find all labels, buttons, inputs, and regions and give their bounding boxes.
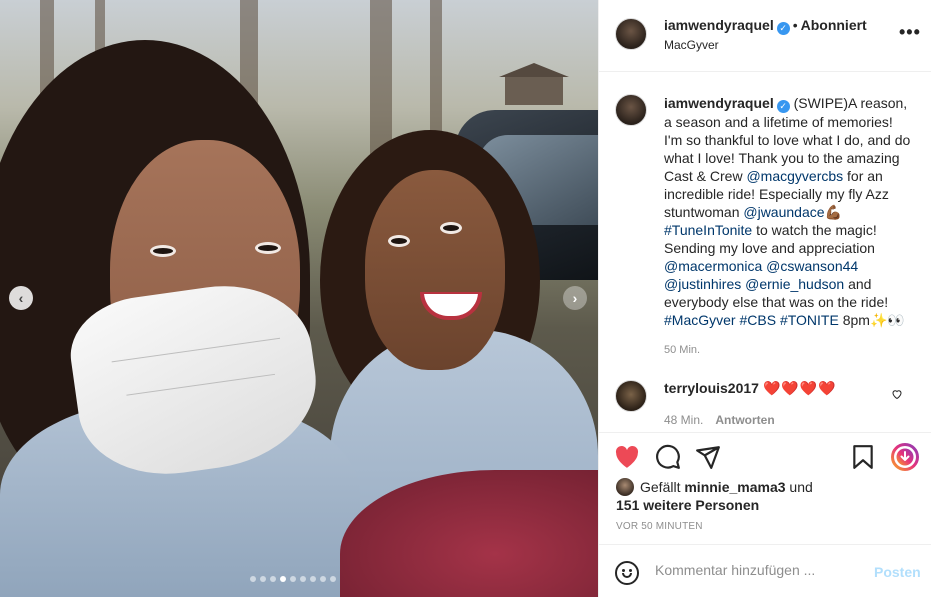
caption-username[interactable]: iamwendyraquel [664,95,774,111]
carousel-prev-button[interactable]: ‹ [9,286,33,310]
caption-text: 8pm [838,311,870,328]
separator-dot: • [792,17,798,33]
author-username[interactable]: iamwendyraquel [664,17,774,33]
carousel-dot [300,576,306,582]
comment-meta: 48 Min. Antworten [664,413,775,427]
mention-link[interactable]: @justinhires [664,276,741,292]
carousel-dot [320,576,326,582]
emoji-picker-icon[interactable] [615,561,639,585]
comment-input[interactable] [655,562,855,578]
verified-badge-icon: ✓ [776,99,790,113]
follow-status-button[interactable]: Abonniert [801,17,867,33]
hashtag-link[interactable]: #MacGyver [664,312,736,328]
action-bar [599,432,931,482]
mention-link[interactable]: @jwaundace [743,204,824,220]
emoji: 💪🏾 [824,203,842,220]
paper-plane-icon [696,446,720,469]
emoji: ✨👀 [869,311,905,328]
carousel-dot [330,576,336,582]
carousel-indicator [250,576,336,582]
post-timestamp[interactable]: VOR 50 MINUTEN [616,521,703,532]
post-comment-button[interactable]: Posten [874,564,921,580]
carousel-next-button[interactable]: › [563,286,587,310]
chevron-right-icon: › [572,290,578,306]
post-caption: iamwendyraquel ✓ (SWIPE)A reason, a seaso… [664,94,914,329]
comment-like-button[interactable] [891,388,903,403]
eye [388,235,410,247]
comment-composer: Posten [599,544,931,597]
mention-link[interactable]: @cswanson44 [766,258,858,274]
author-avatar[interactable] [615,18,647,50]
eye [150,245,176,257]
heart-filled-icon [615,445,639,468]
hashtag-link[interactable]: #CBS [739,312,776,328]
bookmark-icon [853,445,873,469]
post-header: iamwendyraquel ✓ • Abonniert MacGyver ••• [599,0,931,72]
save-button[interactable] [849,443,877,471]
mask-fold [111,337,281,363]
carousel-dot [270,576,276,582]
reply-button[interactable]: Antworten [715,413,774,427]
post-location[interactable]: MacGyver [664,38,719,52]
download-button[interactable] [891,443,919,471]
comment-timestamp[interactable]: 48 Min. [664,413,703,427]
liker-username[interactable]: minnie_mama3 [684,479,785,495]
mention-link[interactable]: @ernie_hudson [745,276,844,292]
carousel-dot [310,576,316,582]
mask-fold [126,373,276,396]
comment-text: ❤️❤️❤️❤️ [762,380,837,396]
likes-summary: Gefällt minnie_mama3 und 151 weitere Per… [616,478,813,514]
post-side-panel: iamwendyraquel ✓ • Abonniert MacGyver ••• i… [598,0,931,597]
comment-bubble-icon [656,444,680,469]
caption-avatar[interactable] [615,94,647,126]
download-circle-icon [891,443,919,471]
likes-prefix: Gefällt [640,479,681,495]
caption-timestamp[interactable]: 50 Min. [664,344,700,356]
likes-conj: und [789,479,813,495]
carousel-dot [260,576,266,582]
more-options-icon[interactable]: ••• [899,22,921,43]
eye [440,222,462,234]
like-button[interactable] [613,443,641,471]
header-user-line: iamwendyraquel ✓ • Abonniert [664,17,867,35]
face-right [365,170,505,370]
mention-link[interactable]: @macermonica [664,258,762,274]
chevron-left-icon: ‹ [18,290,24,306]
heart-outline-icon [892,390,902,400]
post-photo: ‹ › [0,0,598,597]
commenter-avatar[interactable] [615,380,647,412]
eye [255,242,281,254]
carousel-dot [290,576,296,582]
hashtag-link[interactable]: #TuneInTonite [664,222,752,238]
background-cabin [499,63,569,105]
share-button[interactable] [694,443,722,471]
liker-avatar [616,478,634,496]
carousel-dot-active [280,576,286,582]
commenter-username[interactable]: terrylouis2017 [664,380,759,396]
likes-others-link[interactable]: 151 weitere Personen [616,497,759,513]
comment: terrylouis2017 ❤️❤️❤️❤️ [664,380,837,397]
hashtag-link[interactable]: #TONITE [780,312,839,328]
carousel-dot [250,576,256,582]
comment-button[interactable] [654,443,682,471]
mention-link[interactable]: @macgyvercbs [746,168,843,184]
verified-badge-icon: ✓ [776,22,790,35]
